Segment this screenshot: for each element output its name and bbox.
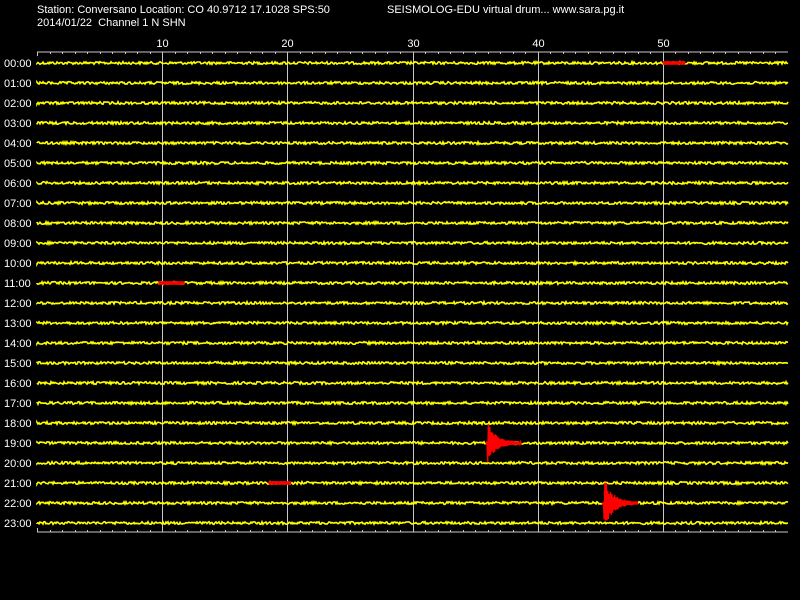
x-tick-label: 50 <box>657 38 669 50</box>
trace-0300 <box>36 119 789 127</box>
seismogram-chart: 10 20 30 40 50 00:00 01:00 02:00 03:00 04:00 05:0… <box>4 38 789 533</box>
row-label-0800: 08:00 <box>4 218 32 230</box>
trace-0500 <box>36 159 789 167</box>
row-label-0900: 09:00 <box>4 238 32 250</box>
hour-labels: 00:00 01:00 02:00 03:00 04:00 05:00 06:00 07:00… <box>4 58 32 530</box>
x-tick-label: 10 <box>156 38 168 50</box>
trace-1500 <box>36 359 789 367</box>
row-label-1700: 17:00 <box>4 398 32 410</box>
seismic-events <box>158 61 686 521</box>
row-label-2200: 22:00 <box>4 498 32 510</box>
row-label-1900: 19:00 <box>4 438 32 450</box>
event-segment-0000 <box>662 61 686 65</box>
row-label-1000: 10:00 <box>4 258 32 270</box>
row-label-1400: 14:00 <box>4 338 32 350</box>
trace-0900 <box>36 239 789 247</box>
x-tick-label: 20 <box>281 38 293 50</box>
trace-1000 <box>36 259 789 268</box>
row-label-2300: 23:00 <box>4 518 32 530</box>
trace-2200 <box>36 499 789 507</box>
row-label-0400: 04:00 <box>4 138 32 150</box>
row-label-1600: 16:00 <box>4 378 32 390</box>
event-quake-2200 <box>602 482 639 521</box>
x-tick-label: 40 <box>532 38 544 50</box>
trace-0400 <box>36 139 789 147</box>
trace-0100 <box>36 79 789 87</box>
trace-1900 <box>36 439 789 447</box>
row-label-0700: 07:00 <box>4 198 32 210</box>
trace-1600 <box>36 379 789 387</box>
x-tick-label: 30 <box>407 38 419 50</box>
trace-1800 <box>36 419 789 427</box>
row-label-2000: 20:00 <box>4 458 32 470</box>
row-label-0000: 00:00 <box>4 58 32 70</box>
row-label-1100: 11:00 <box>4 278 31 290</box>
trace-1100 <box>36 279 789 287</box>
trace-0700 <box>36 199 789 207</box>
trace-1400 <box>36 339 789 347</box>
trace-2000 <box>36 459 789 467</box>
row-label-0500: 05:00 <box>4 158 32 170</box>
event-quake-1900 <box>485 424 522 463</box>
event-segment-2100 <box>268 481 292 485</box>
row-label-0600: 06:00 <box>4 178 32 190</box>
row-label-2100: 21:00 <box>4 478 32 490</box>
trace-1200 <box>36 299 789 307</box>
row-label-0300: 03:00 <box>4 118 32 130</box>
row-label-1500: 15:00 <box>4 358 32 370</box>
row-label-1300: 13:00 <box>4 318 32 330</box>
trace-1300 <box>36 319 789 327</box>
seismic-traces <box>36 59 789 527</box>
row-label-0100: 01:00 <box>4 78 32 90</box>
trace-2300 <box>36 519 789 527</box>
trace-2100 <box>36 479 789 487</box>
row-label-0200: 02:00 <box>4 98 32 110</box>
trace-0600 <box>36 179 789 187</box>
trace-0200 <box>36 99 789 107</box>
row-label-1200: 12:00 <box>4 298 32 310</box>
trace-0800 <box>36 219 789 227</box>
trace-1700 <box>36 399 789 407</box>
row-label-1800: 18:00 <box>4 418 32 430</box>
event-segment-1100 <box>158 281 185 285</box>
